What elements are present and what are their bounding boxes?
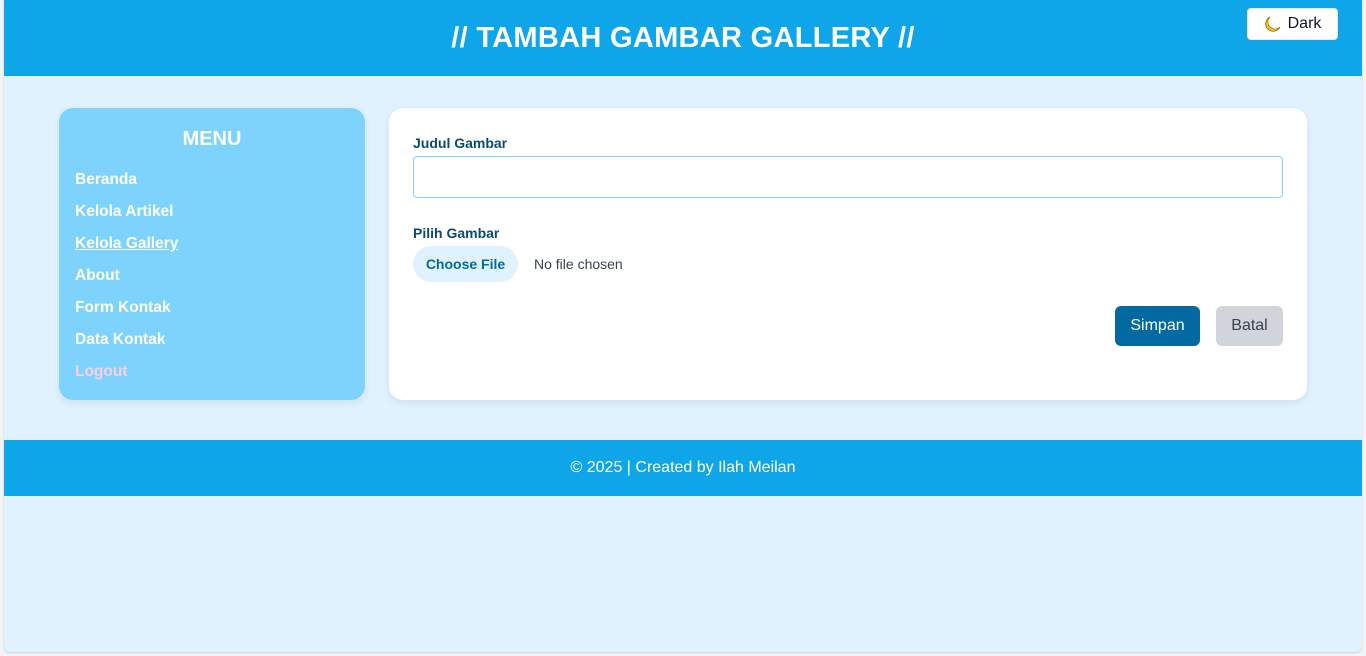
moon-icon [1264,15,1282,33]
sidebar-item-about[interactable]: About [75,267,178,299]
sidebar-item-beranda[interactable]: Beranda [75,171,178,203]
save-button[interactable]: Simpan [1115,306,1200,346]
dark-mode-toggle-label: Dark [1287,15,1322,32]
page-title: // TAMBAH GAMBAR GALLERY // [451,21,915,54]
page: // TAMBAH GAMBAR GALLERY // Dark MENU Be… [4,0,1362,652]
sidebar-item-form-kontak[interactable]: Form Kontak [75,299,178,331]
sidebar-item-data-kontak[interactable]: Data Kontak [75,331,178,363]
menu-list: Beranda Kelola Artikel Kelola Gallery Ab… [75,171,178,395]
title-field[interactable] [413,156,1283,198]
sidebar-item-kelola-gallery[interactable]: Kelola Gallery [75,235,178,267]
page-header: // TAMBAH GAMBAR GALLERY // Dark [4,0,1362,76]
footer-text: © 2025 | Created by Ilah Meilan [570,459,796,476]
add-gallery-form: Judul Gambar Pilih Gambar Choose File No… [389,108,1307,400]
dark-mode-toggle-button[interactable]: Dark [1247,8,1338,40]
page-footer: © 2025 | Created by Ilah Meilan [4,440,1362,496]
sidebar-menu: MENU Beranda Kelola Artikel Kelola Galle… [59,108,365,400]
sidebar-item-logout[interactable]: Logout [75,363,178,395]
title-field-label: Judul Gambar [413,135,508,151]
cancel-button[interactable]: Batal [1216,306,1283,346]
sidebar-item-kelola-artikel[interactable]: Kelola Artikel [75,203,178,235]
choose-file-button[interactable]: Choose File [413,246,518,282]
image-field-label: Pilih Gambar [413,225,500,241]
file-status-text: No file chosen [534,256,623,272]
menu-title: MENU [182,128,242,150]
